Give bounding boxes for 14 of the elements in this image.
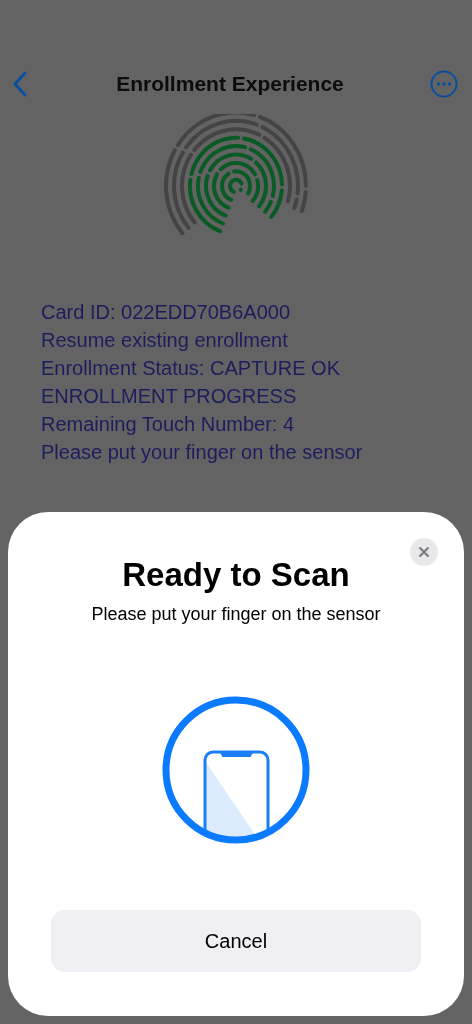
close-icon	[418, 546, 430, 558]
info-line: Card ID: 022EDD70B6A000	[41, 300, 292, 325]
more-icon[interactable]	[430, 70, 458, 98]
info-line: Resume existing enrollment	[41, 328, 289, 353]
sheet-title: Ready to Scan	[122, 556, 350, 594]
info-line: ENROLLMENT PROGRESS	[41, 384, 298, 409]
info-line: Remaining Touch Number: 4	[41, 412, 296, 437]
phone-scan-icon	[161, 695, 311, 845]
close-button[interactable]	[410, 538, 438, 566]
sheet-message: Please put your finger on the sensor	[91, 604, 381, 625]
cancel-button[interactable]: Cancel	[51, 910, 421, 972]
info-line: Enrollment Status: CAPTURE OK	[41, 356, 341, 381]
nav-title: Enrollment Experience	[116, 72, 344, 96]
info-line: Please put your finger on the sensor	[41, 440, 364, 465]
